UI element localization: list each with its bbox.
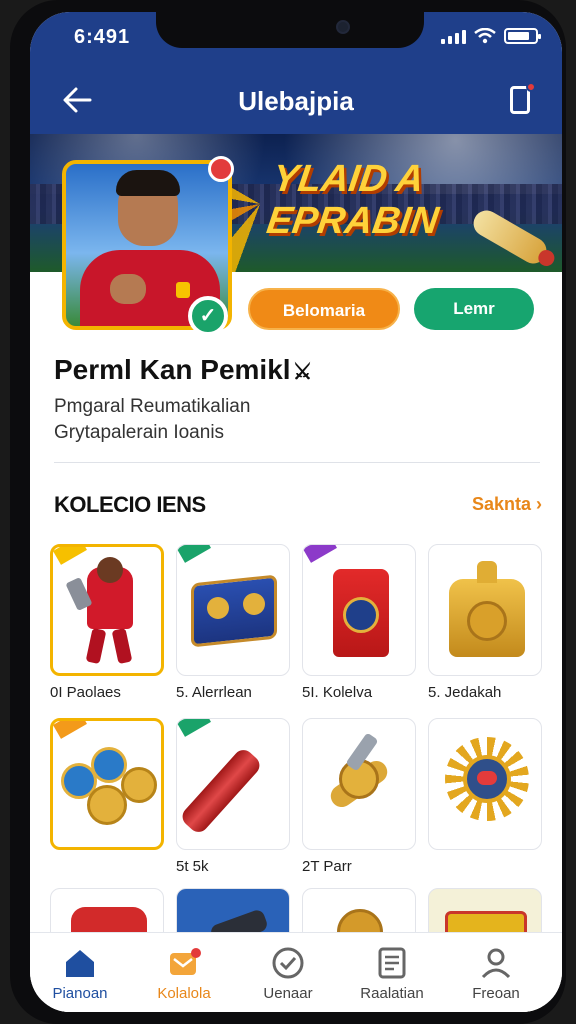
rarity-tag — [53, 721, 87, 739]
verified-badge-icon: ✓ — [188, 296, 228, 336]
item-label: 0I Paolaes — [50, 684, 121, 701]
item-label: 5I. Kolelva — [302, 684, 373, 701]
profile-icon — [478, 945, 514, 981]
item-card[interactable] — [302, 544, 416, 676]
item-card[interactable] — [302, 718, 416, 850]
scroll-icon — [178, 745, 264, 837]
notification-dot — [526, 82, 536, 92]
app-screen: 6:491 Ulebajpia YLAID A EPRABIN ✓ Beloma… — [30, 12, 562, 1012]
item-label: 5. Alerrlean — [176, 684, 252, 701]
profile-subtitle-secondary: Grytapalerain Ioanis — [54, 422, 225, 443]
item-card[interactable] — [428, 718, 542, 850]
divider — [54, 462, 540, 463]
tab-collection[interactable]: Kolalola — [134, 945, 234, 1002]
tab-tasks[interactable]: Uenaar — [238, 945, 338, 1002]
check-icon — [270, 945, 306, 981]
battery-icon — [504, 28, 541, 44]
chest-icon — [191, 574, 277, 648]
rarity-tag — [177, 545, 211, 563]
collection-icon — [166, 945, 202, 981]
list-icon — [374, 945, 410, 981]
section-title: KOLECIO IENS — [54, 492, 206, 517]
primary-action-button[interactable]: Belomaria — [248, 288, 400, 330]
rarity-tag — [177, 719, 211, 737]
tab-profile[interactable]: Freoan — [446, 945, 546, 1002]
profile-subtitle: Pmgaral Reumatikalian — [54, 396, 251, 417]
rarity-tag — [53, 547, 87, 565]
item-label: 5t 5k — [176, 858, 209, 875]
item-card[interactable] — [176, 544, 290, 676]
profile-name: Perml Kan Pemikl⚔ — [54, 354, 313, 385]
secondary-action-button[interactable]: Lemr — [414, 288, 534, 330]
signal-icon — [441, 28, 466, 44]
chevron-right-icon: › — [536, 494, 542, 514]
item-card[interactable] — [50, 718, 164, 850]
home-icon — [62, 945, 98, 981]
wifi-icon — [474, 28, 496, 44]
status-icons — [441, 28, 541, 44]
tab-home[interactable]: Pianoan — [30, 945, 130, 1002]
tab-list[interactable]: Raalatian — [342, 945, 442, 1002]
item-label: 5. Jedakah — [428, 684, 502, 701]
page-title: Ulebajpia — [238, 86, 354, 116]
item-card[interactable] — [428, 544, 542, 676]
see-all-link[interactable]: Saknta › — [472, 494, 542, 515]
item-label: 2T Parr — [302, 858, 352, 875]
pin-icon — [208, 156, 234, 182]
rarity-tag — [303, 545, 337, 563]
item-card[interactable] — [50, 544, 164, 676]
camera-icon — [336, 20, 350, 34]
banner-headline: YLAID A EPRABIN — [264, 158, 442, 242]
status-time: 6:491 — [74, 26, 131, 48]
bottom-tab-bar: Pianoan Kolalola Uenaar Raalatian Freoan — [30, 932, 562, 1012]
sword-icon: ⚔ — [292, 359, 313, 384]
item-card[interactable] — [176, 718, 290, 850]
camera-notch — [156, 12, 424, 48]
phone-frame: 6:491 Ulebajpia YLAID A EPRABIN ✓ Beloma… — [10, 0, 566, 1024]
device-button[interactable] — [506, 82, 536, 118]
